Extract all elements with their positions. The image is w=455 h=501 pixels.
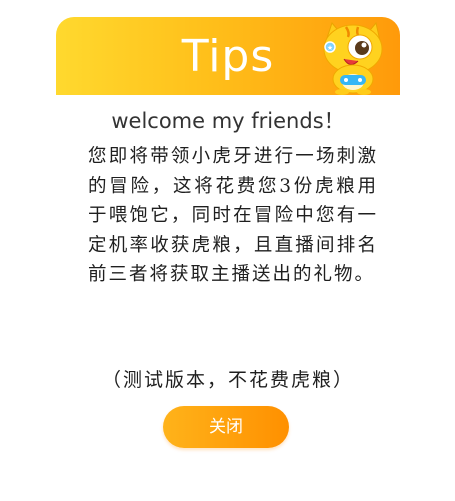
tips-dialog: Tips ★ welcome my friends！ 您即将带领小虎牙进行一场刺… bbox=[56, 17, 400, 487]
welcome-heading: welcome my friends！ bbox=[111, 109, 345, 133]
dialog-header: Tips ★ bbox=[56, 17, 400, 95]
tiger-mascot-icon: ★ bbox=[316, 19, 388, 95]
close-button[interactable]: 关闭 bbox=[163, 406, 289, 448]
test-version-note: （测试版本，不花费虎粮） bbox=[101, 369, 354, 391]
svg-text:★: ★ bbox=[327, 44, 333, 52]
dialog-message: 您即将带领小虎牙进行一场刺激的冒险，这将花费您3份虎粮用于喂饱它，同时在冒险中您… bbox=[88, 146, 378, 285]
